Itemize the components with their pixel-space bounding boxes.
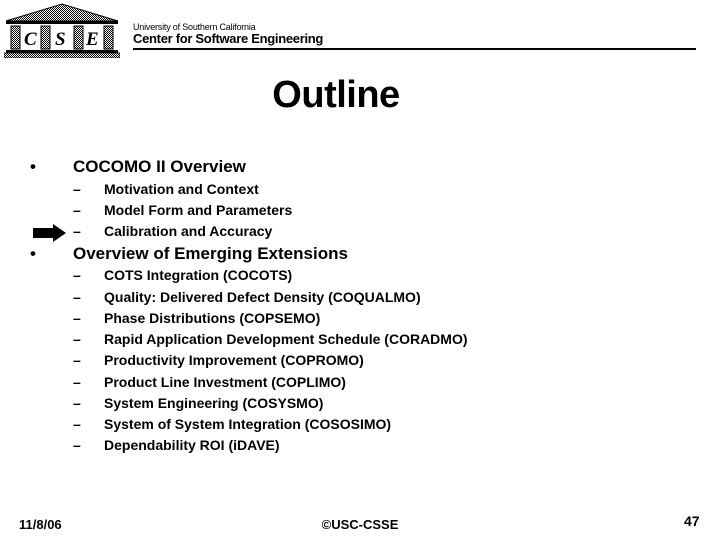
dash: – [73,331,81,347]
sub-item-text: Product Line Investment (COPLIMO) [104,374,346,390]
logo-roof [5,3,119,22]
footer-copyright: ©USC-CSSE [321,517,399,532]
logo-letter-c: C [24,29,37,50]
sub-item-text: Motivation and Context [104,181,259,197]
logo-letter-s: S [55,29,66,50]
dash: – [73,223,81,239]
sub-item-text: Dependability ROI (iDAVE) [104,437,280,453]
sub-item-text: Model Form and Parameters [104,202,293,218]
sub-item-text: System Engineering (COSYSMO) [104,395,324,411]
center-name: Center for Software Engineering [133,31,324,46]
organization-header: University of Southern California Center… [133,22,323,46]
sub-item-text: Productivity Improvement (COPROMO) [104,352,364,368]
sub-item-text: Quality: Delivered Defect Density (COQUA… [104,289,421,305]
sub-item-text: COTS Integration (COCOTS) [104,267,293,283]
dash: – [73,395,81,411]
sub-item-text: Calibration and Accuracy [104,223,273,239]
dash: – [73,374,81,390]
sub-item-text: System of System Integration (COSOSIMO) [104,416,392,432]
dash: – [73,437,81,453]
sub-item-text: Rapid Application Development Schedule (… [104,331,468,347]
logo-column [40,25,51,50]
dash: – [73,289,81,305]
dash: – [73,181,81,197]
dash: – [73,416,81,432]
sub-item-text: Phase Distributions (COPSEMO) [104,310,321,326]
dash: – [73,202,81,218]
bullet-dot: • [30,244,36,263]
dash: – [73,267,81,283]
logo-column [73,25,84,50]
logo-letter-e: E [85,29,99,50]
bullet-dot: • [30,157,36,176]
page-number: 47 [684,513,700,529]
logo-base [4,52,120,58]
dash: – [73,352,81,368]
bullet-text: Overview of Emerging Extensions [73,244,348,263]
bullet-text: COCOMO II Overview [73,157,246,176]
logo-column [10,25,21,50]
cse-logo: C S E [4,3,120,58]
logo-column [103,25,114,50]
right-arrow-icon [33,224,66,242]
header-divider [133,48,696,50]
slide-title: Outline [272,74,400,116]
dash: – [73,310,81,326]
